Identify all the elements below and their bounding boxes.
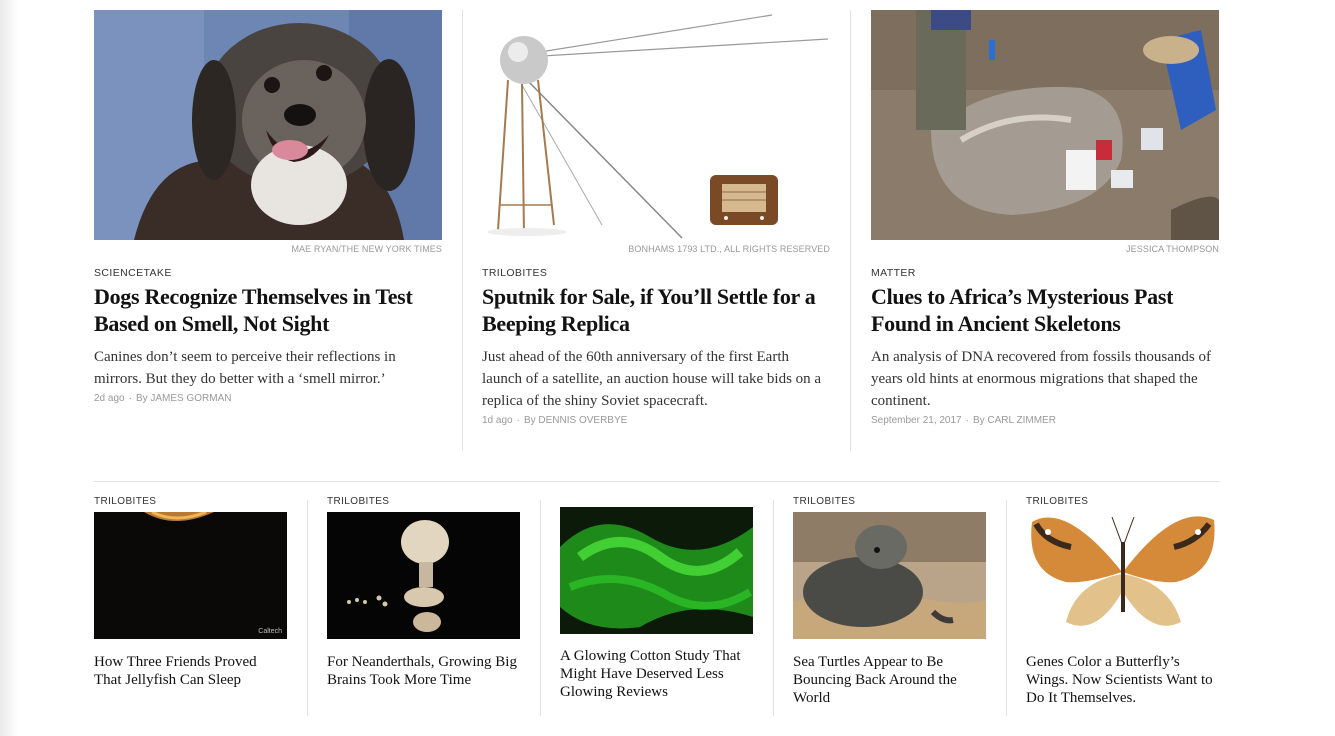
story-headline[interactable]: How Three Friends Proved That Jellyfish …: [94, 653, 287, 689]
byline-separator: ·: [965, 415, 969, 426]
column-divider: [540, 500, 541, 716]
section-kicker[interactable]: TRILOBITES: [94, 496, 287, 508]
sputnik-photo[interactable]: [482, 10, 830, 240]
story-headline[interactable]: A Glowing Cotton Study That Might Have D…: [560, 647, 753, 701]
section-kicker[interactable]: TRILOBITES: [1026, 496, 1219, 508]
story-glowing-cotton[interactable]: A Glowing Cotton Study That Might Have D…: [560, 490, 753, 716]
story-headline[interactable]: Dogs Recognize Themselves in Test Based …: [94, 283, 442, 337]
story-summary: Canines don’t seem to perceive their ref…: [94, 349, 396, 387]
butterfly-photo[interactable]: [1026, 512, 1219, 639]
sea-turtle-photo[interactable]: [793, 512, 986, 639]
story-timestamp: 1d ago: [482, 415, 513, 426]
column-divider: [462, 10, 463, 451]
section-kicker[interactable]: MATTER: [871, 267, 1219, 279]
story-headline[interactable]: Clues to Africa’s Mysterious Past Found …: [871, 283, 1219, 337]
story-summary: An analysis of DNA recovered from fossil…: [871, 349, 1211, 409]
neanderthal-skull-photo[interactable]: [327, 512, 520, 639]
dog-photo[interactable]: [94, 10, 442, 240]
story-dogs[interactable]: MAE RYAN/THE NEW YORK TIMES SCIENCETAKE …: [94, 10, 442, 451]
story-headline[interactable]: Sputnik for Sale, if You’ll Settle for a…: [482, 283, 830, 337]
more-stories: TRILOBITES Caltech How Three Friends Pro…: [94, 490, 1219, 716]
photo-credit: JESSICA THOMPSON: [1126, 244, 1219, 254]
column-divider: [307, 500, 308, 716]
top-stories: MAE RYAN/THE NEW YORK TIMES SCIENCETAKE …: [94, 10, 1219, 451]
story-butterfly[interactable]: TRILOBITES Genes Color a Butterfly’s Win…: [1026, 490, 1219, 716]
story-headline[interactable]: For Neanderthals, Growing Big Brains Too…: [327, 653, 520, 689]
jellyfish-photo[interactable]: Caltech: [94, 512, 287, 639]
section-kicker[interactable]: TRILOBITES: [327, 496, 520, 508]
glowing-cotton-photo[interactable]: [560, 507, 753, 634]
story-headline[interactable]: Genes Color a Butterfly’s Wings. Now Sci…: [1026, 653, 1219, 707]
story-timestamp: September 21, 2017: [871, 415, 962, 426]
photo-credit: BONHAMS 1793 LTD., ALL RIGHTS RESERVED: [628, 244, 830, 254]
story-sputnik[interactable]: BONHAMS 1793 LTD., ALL RIGHTS RESERVED T…: [482, 10, 830, 451]
byline-separator: ·: [516, 415, 520, 426]
story-author: By DENNIS OVERBYE: [523, 415, 628, 426]
image-watermark: Caltech: [258, 628, 282, 635]
story-byline: September 21, 2017 · By CARL ZIMMER: [871, 415, 1219, 426]
page-left-shadow: [0, 0, 18, 736]
section-kicker[interactable]: TRILOBITES: [793, 496, 986, 508]
column-divider: [850, 10, 851, 451]
skeleton-dig-photo[interactable]: [871, 10, 1219, 240]
column-divider: [773, 500, 774, 716]
story-africa-skeletons[interactable]: JESSICA THOMPSON MATTER Clues to Africa’…: [871, 10, 1219, 451]
story-sea-turtles[interactable]: TRILOBITES Sea Turtles Appear to Be Boun…: [793, 490, 986, 716]
story-neanderthals[interactable]: TRILOBITES For Neanderthals, Growing Big…: [327, 490, 520, 716]
story-summary: Just ahead of the 60th anniversary of th…: [482, 349, 822, 409]
story-jellyfish[interactable]: TRILOBITES Caltech How Three Friends Pro…: [94, 490, 287, 716]
byline-separator: ·: [128, 393, 132, 404]
story-byline: 1d ago · By DENNIS OVERBYE: [482, 415, 830, 426]
photo-credit: MAE RYAN/THE NEW YORK TIMES: [291, 244, 442, 254]
story-headline[interactable]: Sea Turtles Appear to Be Bouncing Back A…: [793, 653, 986, 707]
story-author: By CARL ZIMMER: [972, 415, 1056, 426]
section-kicker[interactable]: TRILOBITES: [482, 267, 830, 279]
story-byline: 2d ago · By JAMES GORMAN: [94, 393, 442, 404]
story-timestamp: 2d ago: [94, 393, 125, 404]
section-kicker[interactable]: SCIENCETAKE: [94, 267, 442, 279]
section-divider: [94, 481, 1219, 482]
story-author: By JAMES GORMAN: [135, 393, 232, 404]
column-divider: [1006, 500, 1007, 716]
